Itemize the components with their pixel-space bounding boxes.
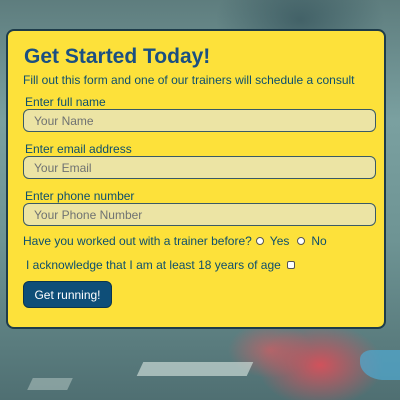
no-label[interactable]: No xyxy=(311,234,326,248)
age-acknowledge-row: I acknowledge that I am at least 18 year… xyxy=(26,258,295,272)
road-marking-secondary xyxy=(27,378,73,390)
yes-label[interactable]: Yes xyxy=(270,234,290,248)
name-label: Enter full name xyxy=(25,95,106,109)
trainer-question-label: Have you worked out with a trainer befor… xyxy=(23,234,252,248)
phone-input[interactable] xyxy=(23,203,376,226)
no-radio[interactable] xyxy=(297,237,306,245)
name-input[interactable] xyxy=(23,109,376,132)
age-acknowledge-checkbox[interactable] xyxy=(286,261,295,269)
trainer-question-row: Have you worked out with a trainer befor… xyxy=(23,234,327,248)
phone-label: Enter phone number xyxy=(25,189,135,203)
submit-button[interactable]: Get running! xyxy=(23,281,112,308)
form-subtitle: Fill out this form and one of our traine… xyxy=(23,73,355,87)
email-input[interactable] xyxy=(23,156,376,179)
email-label: Enter email address xyxy=(25,142,132,156)
age-acknowledge-label: I acknowledge that I am at least 18 year… xyxy=(26,258,281,272)
yes-radio[interactable] xyxy=(255,237,264,245)
consult-form: Get Started Today! Fill out this form an… xyxy=(6,29,386,329)
form-title: Get Started Today! xyxy=(24,45,211,68)
road-marking xyxy=(136,362,254,376)
